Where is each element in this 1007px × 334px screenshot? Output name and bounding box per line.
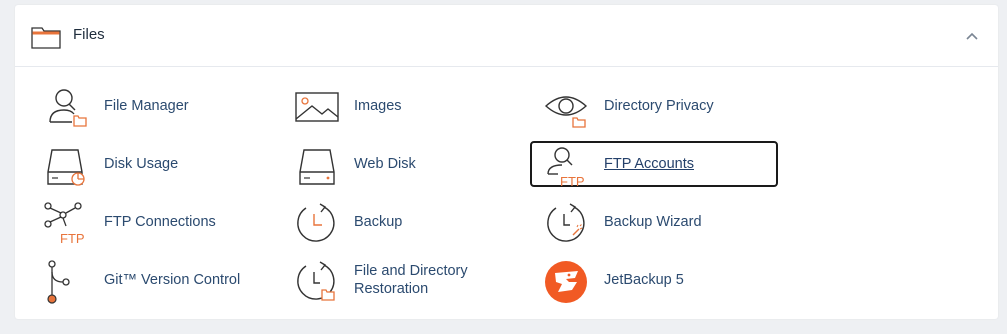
images-icon xyxy=(295,92,339,122)
files-panel: Files File Manager Images Directory Priv xyxy=(15,5,998,319)
web-disk-icon xyxy=(299,149,335,185)
item-label: Backup Wizard xyxy=(604,214,702,230)
item-label: Directory Privacy xyxy=(604,98,714,114)
backup-icon xyxy=(297,203,335,242)
git-icon xyxy=(47,260,70,304)
ftp-accounts-item[interactable]: FTP FTP Accounts xyxy=(530,141,778,188)
ftp-connections-icon: FTP xyxy=(44,202,85,246)
directory-privacy-item[interactable]: Directory Privacy xyxy=(530,83,778,129)
item-label: FTP Accounts xyxy=(604,156,694,172)
file-manager-icon xyxy=(49,89,87,127)
item-label: Backup xyxy=(354,214,403,230)
svg-text:FTP: FTP xyxy=(560,174,585,188)
backup-item[interactable]: Backup xyxy=(280,199,528,245)
item-label: Images xyxy=(354,98,402,114)
web-disk-item[interactable]: Web Disk xyxy=(280,141,528,187)
restoration-icon xyxy=(297,261,335,301)
svg-text:FTP: FTP xyxy=(60,231,85,246)
disk-usage-item[interactable]: Disk Usage xyxy=(30,141,278,187)
item-label: FTP Connections xyxy=(104,214,216,230)
folder-icon xyxy=(31,27,61,49)
ftp-connections-item[interactable]: FTP FTP Connections xyxy=(30,199,278,246)
directory-privacy-icon xyxy=(544,96,588,128)
jetbackup-item[interactable]: JetBackup 5 xyxy=(530,257,778,303)
chevron-up-icon[interactable] xyxy=(964,29,980,43)
backup-wizard-item[interactable]: Backup Wizard xyxy=(530,199,778,245)
images-item[interactable]: Images xyxy=(280,83,528,129)
backup-wizard-icon xyxy=(547,203,585,242)
ftp-accounts-icon: FTP xyxy=(547,147,585,188)
jetbackup-icon xyxy=(545,261,587,303)
item-label: Git™ Version Control xyxy=(104,272,241,288)
panel-title: Files xyxy=(73,26,105,43)
file-directory-restoration-item[interactable]: File and Directory Restoration xyxy=(280,257,528,303)
git-version-control-item[interactable]: Git™ Version Control xyxy=(30,257,278,304)
item-label: File Manager xyxy=(104,98,189,114)
disk-usage-icon xyxy=(47,149,85,186)
item-label: File and Directory Restoration xyxy=(354,263,468,297)
panel-header[interactable]: Files xyxy=(15,5,998,67)
file-manager-item[interactable]: File Manager xyxy=(30,83,278,129)
item-label: Disk Usage xyxy=(104,156,179,172)
item-label: Web Disk xyxy=(354,156,416,172)
item-label: JetBackup 5 xyxy=(604,272,684,288)
